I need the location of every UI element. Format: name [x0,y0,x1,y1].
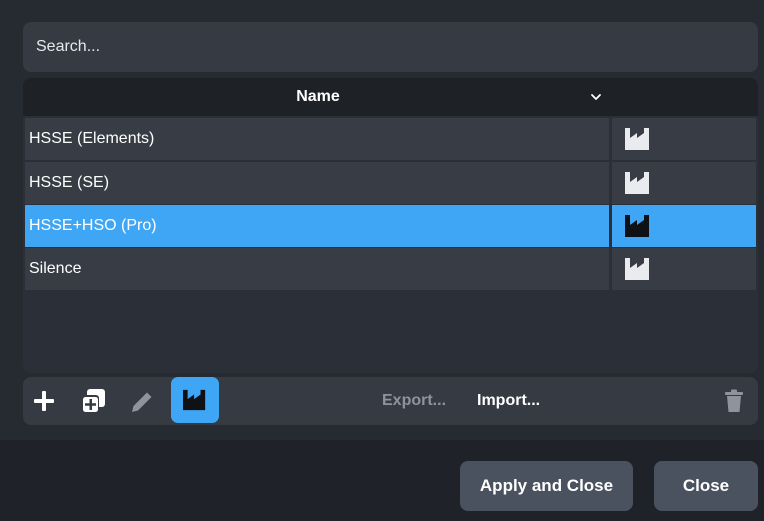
row-name: HSSE (SE) [29,174,110,191]
factory-icon [625,128,649,150]
factory-toggle-button[interactable] [171,377,219,423]
row-factory-cell[interactable] [612,162,756,204]
column-header-name-label: Name [296,88,340,105]
trash-icon[interactable] [724,389,744,413]
table-row[interactable]: HSSE (SE) [25,162,756,204]
import-label: Import... [477,392,541,409]
factory-icon [625,172,649,194]
row-factory-cell[interactable] [612,205,756,247]
row-name-cell[interactable]: Silence [25,248,609,290]
apply-and-close-button[interactable]: Apply and Close [460,461,633,511]
factory-icon [625,258,649,280]
row-name: HSSE (Elements) [29,130,155,147]
table-toolbar: Export... Import... [23,377,758,425]
duplicate-icon[interactable] [80,388,106,414]
chevron-down-icon[interactable] [588,88,604,106]
row-factory-cell[interactable] [612,248,756,290]
dialog-panel: Name HSSE (Elements) HSSE (SE) [0,0,764,440]
table-row[interactable]: HSSE (Elements) [25,118,756,160]
column-header-name[interactable]: Name [23,78,613,116]
row-name-cell[interactable]: HSSE (SE) [25,162,609,204]
plus-icon[interactable] [33,390,55,412]
close-button[interactable]: Close [654,461,758,511]
export-button[interactable]: Export... [382,377,446,425]
search-field[interactable] [23,22,758,72]
playback-config-table: Name HSSE (Elements) HSSE (SE) HSSE+HSO … [23,78,758,373]
row-name: HSSE+HSO (Pro) [29,217,157,234]
search-input[interactable] [34,37,747,57]
factory-icon [625,215,649,237]
pencil-icon[interactable] [129,389,155,415]
export-label: Export... [382,392,447,409]
import-button[interactable]: Import... [477,377,540,425]
row-name: Silence [29,260,82,277]
table-row[interactable]: Silence [25,248,756,290]
table-row-selected[interactable]: HSSE+HSO (Pro) [25,205,756,247]
factory-icon [183,389,206,411]
table-header: Name [23,78,758,116]
row-name-cell[interactable]: HSSE (Elements) [25,118,609,160]
row-factory-cell[interactable] [612,118,756,160]
row-name-cell[interactable]: HSSE+HSO (Pro) [25,205,609,247]
